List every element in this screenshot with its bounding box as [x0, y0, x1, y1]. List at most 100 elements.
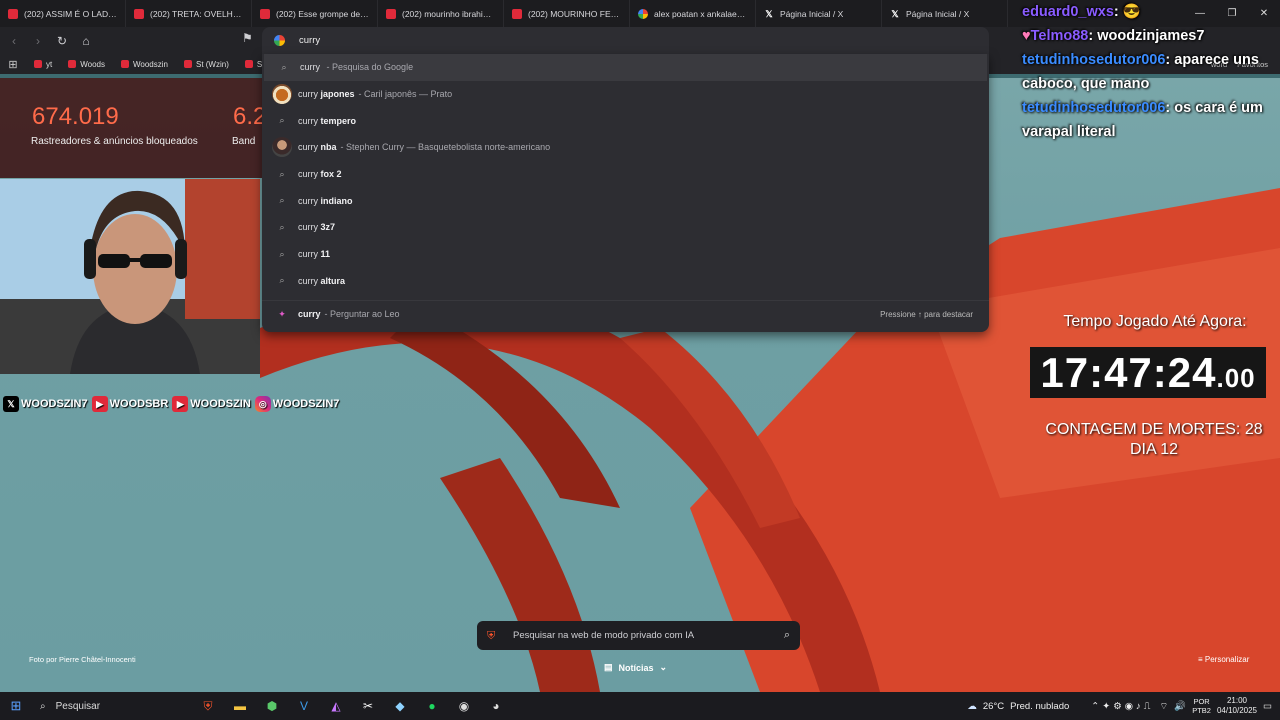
social-item: ▶ WOODSBR — [91, 396, 168, 412]
private-ai-search[interactable]: ⛨ Pesquisar na web de modo privado com I… — [477, 621, 800, 650]
leo-suggestion[interactable]: ✦ curry - Perguntar ao Leo Pressione ↑ pa… — [262, 300, 989, 327]
address-bar[interactable] — [262, 27, 989, 54]
personalize-button[interactable]: ≡ Personalizar — [1198, 655, 1249, 664]
browser-tab[interactable]: (202) TRETA: OVELHERA H — [126, 0, 252, 27]
browser-tab[interactable]: (202) MOURINHO FEZ O II — [504, 0, 630, 27]
tray-icons[interactable]: ⌃✦⚙◉♪⎍ — [1091, 701, 1153, 712]
back-button[interactable]: ‹ — [4, 31, 24, 51]
chat-message: tetudinhosedutor006: aparece uns caboco,… — [1022, 52, 1259, 92]
suggestion-item[interactable]: ⌕ curry altura — [262, 268, 989, 295]
x-icon: 𝕏 — [891, 8, 899, 19]
youtube-icon — [68, 60, 77, 68]
address-input[interactable] — [299, 35, 899, 46]
chat-message: tetudinhosedutor006: os cara é um varapa… — [1022, 100, 1263, 140]
forward-button[interactable]: › — [28, 31, 48, 51]
spotify-icon[interactable]: ● — [416, 692, 448, 720]
trackers-count: 674.019 — [32, 103, 119, 130]
x-icon: 𝕏 — [3, 396, 19, 412]
google-icon — [274, 35, 285, 46]
suggestion-item[interactable]: ⌕ curry fox 2 — [262, 161, 989, 188]
news-button[interactable]: ▤ Notícias ⌄ — [604, 662, 667, 673]
search-icon[interactable]: ⌕ — [784, 629, 790, 642]
clock[interactable]: 21:00 04/10/2025 — [1217, 696, 1257, 716]
youtube-icon — [8, 8, 18, 19]
search-icon: ⌕ — [279, 275, 285, 286]
search-icon: ⌕ — [279, 168, 285, 179]
suggestion-item[interactable]: curry nba - Stephen Curry — Basquetebolis… — [262, 134, 989, 161]
taskbar: ⊞ ⌕ Pesquisar ⛨ ▬ ⬢ V ◭ ✂ ◆ ● ◉ ◕ ☁ 26°C… — [0, 692, 1280, 720]
home-button[interactable]: ⌂ — [76, 31, 96, 51]
brave-browser-icon[interactable]: ⛨ — [192, 692, 224, 720]
browser-tab[interactable]: alex poatan x ankalaev - P — [630, 0, 756, 27]
youtube-icon — [512, 8, 522, 19]
search-icon: ⌕ — [279, 115, 285, 126]
obs-icon[interactable]: ◉ — [448, 692, 480, 720]
apps-grid-icon[interactable]: ⊞ — [0, 58, 26, 71]
browser-tab[interactable]: (202) Esse grompe de nov — [252, 0, 378, 27]
bookmark-item[interactable]: yt — [26, 60, 60, 69]
wifi-icon[interactable]: ⌔ — [1159, 701, 1168, 712]
app-icon[interactable]: ◕ — [480, 692, 512, 720]
search-icon: ⌕ — [40, 700, 46, 712]
windows-start-icon[interactable]: ⊞ — [0, 692, 32, 720]
browser-tab[interactable]: 𝕏 Página Inicial / X — [756, 0, 882, 27]
bookmark-item[interactable]: St (Wzin) — [176, 60, 237, 69]
suggestion-item[interactable]: ⌕ curry indiano — [262, 187, 989, 214]
play-timer: 17:47:24.00 — [1030, 347, 1266, 398]
language-indicator[interactable]: POR PTB2 — [1192, 697, 1211, 715]
youtube-icon — [34, 60, 42, 68]
browser-tab[interactable]: 𝕏 Página Inicial / X — [882, 0, 1008, 27]
x-icon: 𝕏 — [765, 8, 773, 19]
suggestion-item[interactable]: ⌕ curry 3z7 — [262, 214, 989, 241]
file-explorer-icon[interactable]: ▬ — [224, 692, 256, 720]
search-icon: ⌕ — [279, 248, 285, 259]
app-icon[interactable]: ◆ — [384, 692, 416, 720]
capcut-icon[interactable]: ✂ — [352, 692, 384, 720]
suggestion-item[interactable]: ⌕ curry tempero — [262, 107, 989, 134]
notification-icon[interactable]: ▭ — [1263, 701, 1272, 712]
search-icon: ⌕ — [279, 221, 285, 232]
instagram-icon: ◎ — [254, 396, 271, 412]
volume-icon[interactable]: 🔊 — [1174, 701, 1186, 712]
social-handles: 𝕏 WOODSZIN7 ▶ WOODSBR ▶ WOODSZIN ◎ WOODSZIN7 — [3, 396, 339, 412]
photo-credit[interactable]: Foto por Pierre Châtel-Innocenti — [29, 655, 136, 664]
bookmark-icon[interactable]: ⚑ — [242, 31, 258, 49]
private-search-placeholder: Pesquisar na web de modo privado com IA — [513, 630, 695, 641]
reload-button[interactable]: ↻ — [52, 31, 72, 51]
youtube-icon — [260, 8, 270, 19]
timer-label: Tempo Jogado Até Agora: — [1063, 313, 1247, 330]
youtube-icon — [134, 8, 144, 19]
suggestion-item[interactable]: curry japones - Caril japonês — Prato — [262, 81, 989, 108]
stream-chat: eduard0_wxs: 😎 ♥Telmo88: woodzinjames7 t… — [1022, 0, 1280, 144]
stats-panel: 674.019 Rastreadores & anúncios bloquead… — [0, 78, 266, 178]
browser-tab[interactable]: (202) mourinho ibrahimov — [378, 0, 504, 27]
youtube-icon — [386, 8, 396, 19]
suggestion-item[interactable]: ⌕ curry 11 — [262, 241, 989, 268]
app-icon[interactable]: ⬢ — [256, 692, 288, 720]
bandwidth-label: Band — [232, 136, 256, 147]
webcam-overlay — [0, 179, 260, 374]
chevron-down-icon: ⌄ — [659, 662, 668, 672]
app-icon[interactable]: ◭ — [320, 692, 352, 720]
social-item: ◎ WOODSZIN7 — [254, 396, 339, 412]
bookmark-item[interactable]: Woods — [60, 60, 113, 69]
search-icon: ⌕ — [279, 195, 285, 206]
bookmark-item[interactable]: Woodszin — [113, 60, 176, 69]
leo-ai-icon: ✦ — [278, 308, 286, 319]
social-item: ▶ WOODSZIN — [172, 396, 251, 412]
weather-icon: ☁ — [967, 700, 977, 712]
heart-icon: ♥ — [1022, 28, 1031, 44]
youtube-icon: ▶ — [172, 396, 189, 412]
sliders-icon: ≡ — [1198, 655, 1205, 664]
brave-lion-icon: ⛨ — [487, 629, 496, 642]
death-counter: CONTAGEM DE MORTES: 28 DIA 12 — [1045, 421, 1263, 458]
youtube-icon — [121, 60, 129, 68]
suggestion-item[interactable]: ⌕ curry - Pesquisa do Google — [264, 54, 987, 81]
trackers-label: Rastreadores & anúncios bloqueados — [31, 136, 198, 147]
youtube-icon: ▶ — [91, 396, 108, 412]
leo-hint: Pressione ↑ para destacar — [880, 309, 973, 319]
taskbar-search[interactable]: ⌕ Pesquisar — [32, 692, 192, 720]
vs-code-icon[interactable]: V — [288, 692, 320, 720]
omnibox-suggestions: ⌕ curry - Pesquisa do Google curry japon… — [262, 54, 989, 332]
browser-tab[interactable]: (202) ASSIM É O LADO OS — [0, 0, 126, 27]
